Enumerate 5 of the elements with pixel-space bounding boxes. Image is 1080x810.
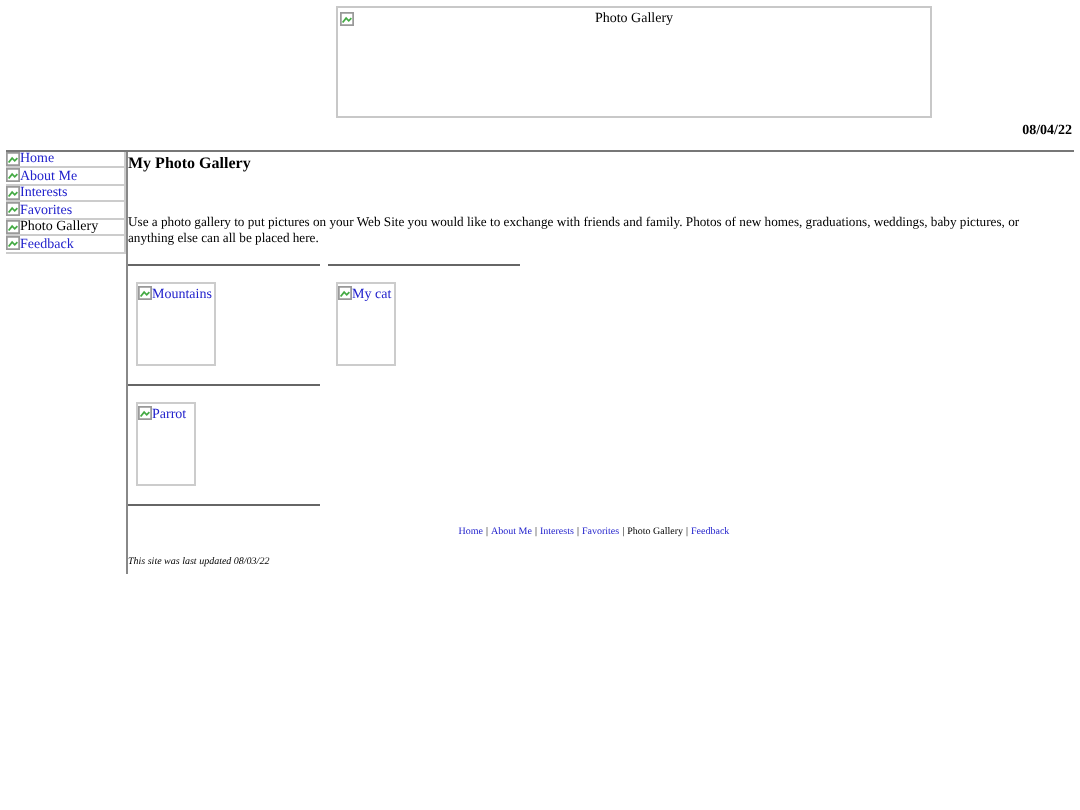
broken-image-icon [340, 11, 354, 26]
broken-image-icon [138, 286, 152, 301]
broken-image-icon [138, 406, 152, 421]
broken-image-icon [338, 286, 352, 301]
page-heading: My Photo Gallery [128, 153, 253, 171]
